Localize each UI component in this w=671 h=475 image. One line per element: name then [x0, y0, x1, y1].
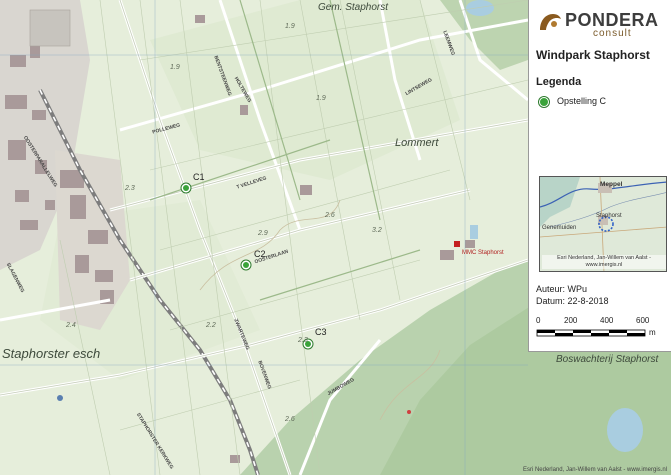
map-viewer[interactable]: Gem. Staphorst Lommert Staphorster esch … — [0, 0, 671, 475]
author-text: Auteur: WPu — [536, 284, 588, 294]
legend-title: Legenda — [536, 76, 582, 88]
scale-bar-graphic — [536, 329, 646, 337]
map-title: Windpark Staphorst — [536, 48, 650, 62]
legend-panel: PONDERA consult Windpark Staphorst Legen… — [528, 0, 671, 352]
scale-unit: m — [649, 328, 656, 337]
scale-tick-200: 200 — [564, 316, 578, 325]
logo-mark-icon — [540, 14, 561, 30]
map-credit: Esri Nederland, Jan-Willem van Aalst - w… — [522, 467, 667, 473]
scale-bar: 0 200 400 600 m — [536, 302, 666, 344]
logo-sub: consult — [593, 28, 632, 39]
green-dot-icon — [539, 97, 549, 107]
turbine-marker-dot — [243, 262, 249, 268]
overview-inset-map[interactable]: Meppel Staphorst Genemuiden Esri Nederla… — [539, 176, 667, 272]
scale-tick-600: 600 — [636, 316, 650, 325]
turbine-marker-dot — [183, 185, 189, 191]
pondera-logo: PONDERA consult — [537, 4, 669, 39]
scale-tick-400: 400 — [600, 316, 614, 325]
inset-credit: Esri Nederland, Jan-Willem van Aalst - w… — [542, 255, 666, 269]
legend-item-label: Opstelling C — [557, 96, 607, 106]
turbine-marker-dot — [305, 341, 311, 347]
scale-tick-0: 0 — [536, 316, 541, 325]
